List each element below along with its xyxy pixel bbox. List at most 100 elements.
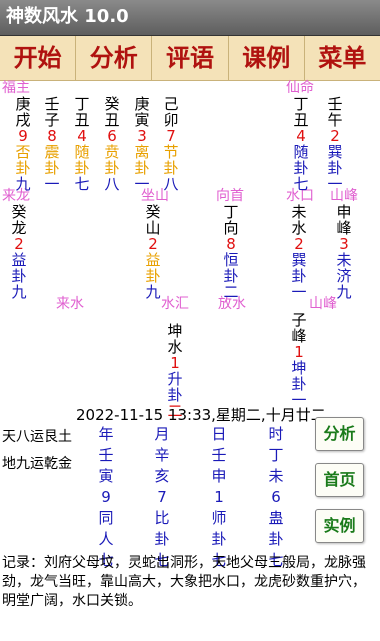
stem: 申 — [336, 203, 352, 221]
menu-analysis-button[interactable]: 分析 — [76, 36, 153, 80]
gua-suffix: 卦 — [145, 267, 161, 285]
example-button[interactable]: 实例 — [315, 509, 364, 543]
gua: 节 — [163, 143, 179, 161]
menu-comment-button[interactable]: 评语 — [152, 36, 229, 80]
pillar-branch: 未 — [268, 467, 284, 485]
stem: 丁 — [293, 95, 309, 113]
gua: 升 — [167, 370, 183, 388]
pillar-gua: 比 — [154, 509, 170, 527]
pillar-number: 6 — [271, 488, 281, 506]
yun: 七 — [74, 175, 90, 193]
menu-example-button[interactable]: 课例 — [229, 36, 305, 80]
branch: 峰 — [336, 219, 352, 237]
pillar-gua: 蛊 — [268, 509, 284, 527]
number: 7 — [166, 127, 176, 145]
yun: 九 — [11, 283, 27, 301]
pillar-hour: 时 丁 未 6 蛊 卦 七 — [267, 424, 285, 571]
label-shanfeng-bottom: 山峰 — [309, 296, 337, 312]
stem: 癸 — [145, 203, 161, 221]
gua-suffix: 济 — [336, 267, 352, 285]
pillar-number: 7 — [157, 488, 167, 506]
column-xiangshou: 丁 向 8 恒 卦 二 — [222, 204, 240, 300]
gua: 贲 — [104, 143, 120, 161]
number: 2 — [330, 127, 340, 145]
branch: 水 — [291, 219, 307, 237]
pillar-title: 月 — [154, 425, 170, 443]
stem: 庚 — [134, 95, 150, 113]
column-lailong: 癸 龙 2 益 卦 九 — [10, 204, 28, 300]
gua: 恒 — [223, 251, 239, 269]
gua-suffix: 卦 — [327, 159, 343, 177]
pillar-gua-suffix: 卦 — [211, 530, 227, 548]
gua: 益 — [11, 251, 27, 269]
yun: 一 — [291, 283, 307, 301]
column-zuoshan: 癸 山 2 益 卦 九 — [144, 204, 162, 300]
number: 8 — [47, 127, 57, 145]
record-text: 记录：刘府父母坟，灵蛇出洞形，天地父母三般局，龙脉强劲，龙气当旺，靠山高大，大象… — [2, 555, 366, 609]
stem: 丁 — [74, 95, 90, 113]
menu-menu-button[interactable]: 菜单 — [305, 36, 380, 80]
branch: 峰 — [291, 327, 307, 345]
branch: 寅 — [134, 111, 150, 129]
analyze-button[interactable]: 分析 — [315, 417, 364, 451]
column-fuzhu: 庚 戌 9 否 卦 九 — [14, 96, 32, 192]
label-xiangshou: 向首 — [216, 188, 244, 204]
gua-suffix: 卦 — [223, 267, 239, 285]
column-2: 壬 子 8 震 卦 一 — [43, 96, 61, 192]
gua: 未 — [336, 251, 352, 269]
gua: 随 — [293, 143, 309, 161]
app-title: 神数风水 10.0 — [6, 6, 129, 27]
pillar-year: 年 壬 寅 9 同 人 七 — [97, 424, 115, 571]
pillar-day: 日 壬 申 1 师 卦 七 — [210, 424, 228, 571]
pillar-title: 时 — [268, 425, 284, 443]
branch: 丑 — [293, 111, 309, 129]
column-shuikou: 未 水 2 巽 卦 一 — [290, 204, 308, 300]
pillar-branch: 申 — [211, 467, 227, 485]
gua: 随 — [74, 143, 90, 161]
app-title-bar: 神数风水 10.0 — [0, 0, 380, 36]
gua-suffix: 卦 — [291, 267, 307, 285]
stem: 庚 — [15, 95, 31, 113]
label-shuihui: 水汇 — [161, 296, 189, 312]
gua-suffix: 卦 — [167, 386, 183, 404]
gua-suffix: 卦 — [134, 159, 150, 177]
number: 2 — [148, 235, 158, 253]
column-8: 壬 午 2 巽 卦 一 — [326, 96, 344, 192]
main-menu: 开始 分析 评语 课例 菜单 — [0, 36, 380, 81]
column-xianming: 丁 丑 4 随 卦 七 — [292, 96, 310, 192]
pillar-gua-suffix: 卦 — [154, 530, 170, 548]
pillar-branch: 寅 — [98, 467, 114, 485]
gua: 益 — [145, 251, 161, 269]
gua-suffix: 卦 — [104, 159, 120, 177]
branch: 丑 — [104, 111, 120, 129]
column-4: 癸 丑 6 贲 卦 八 — [103, 96, 121, 192]
gua: 坤 — [291, 359, 307, 377]
pillar-number: 1 — [214, 488, 224, 506]
stem: 壬 — [327, 95, 343, 113]
pillar-number: 9 — [101, 488, 111, 506]
stem: 丁 — [223, 203, 239, 221]
gua-suffix: 卦 — [44, 159, 60, 177]
home-button[interactable]: 首页 — [315, 463, 364, 497]
datetime-label: 2022-11-15 13:33,星期二,十月廿二 — [76, 406, 326, 424]
pillar-stem: 丁 — [268, 446, 284, 464]
stem: 子 — [291, 311, 307, 329]
stem: 坤 — [167, 322, 183, 340]
pillar-month: 月 辛 亥 7 比 卦 七 — [153, 424, 171, 571]
menu-start-button[interactable]: 开始 — [0, 36, 77, 80]
branch: 龙 — [11, 219, 27, 237]
tian-yun-label: 天八运艮土 — [2, 429, 72, 445]
branch: 戌 — [15, 111, 31, 129]
yun: 一 — [134, 175, 150, 193]
gua-suffix: 卦 — [293, 159, 309, 177]
branch: 山 — [145, 219, 161, 237]
column-3: 丁 丑 4 随 卦 七 — [73, 96, 91, 192]
column-shanfeng: 申 峰 3 未 济 九 — [335, 204, 353, 300]
number: 8 — [226, 235, 236, 253]
label-xianming: 仙命 — [286, 80, 314, 96]
pillar-gua-suffix: 卦 — [268, 530, 284, 548]
number: 4 — [296, 127, 306, 145]
yun: 九 — [15, 175, 31, 193]
stem: 己 — [163, 95, 179, 113]
pillar-gua: 师 — [211, 509, 227, 527]
